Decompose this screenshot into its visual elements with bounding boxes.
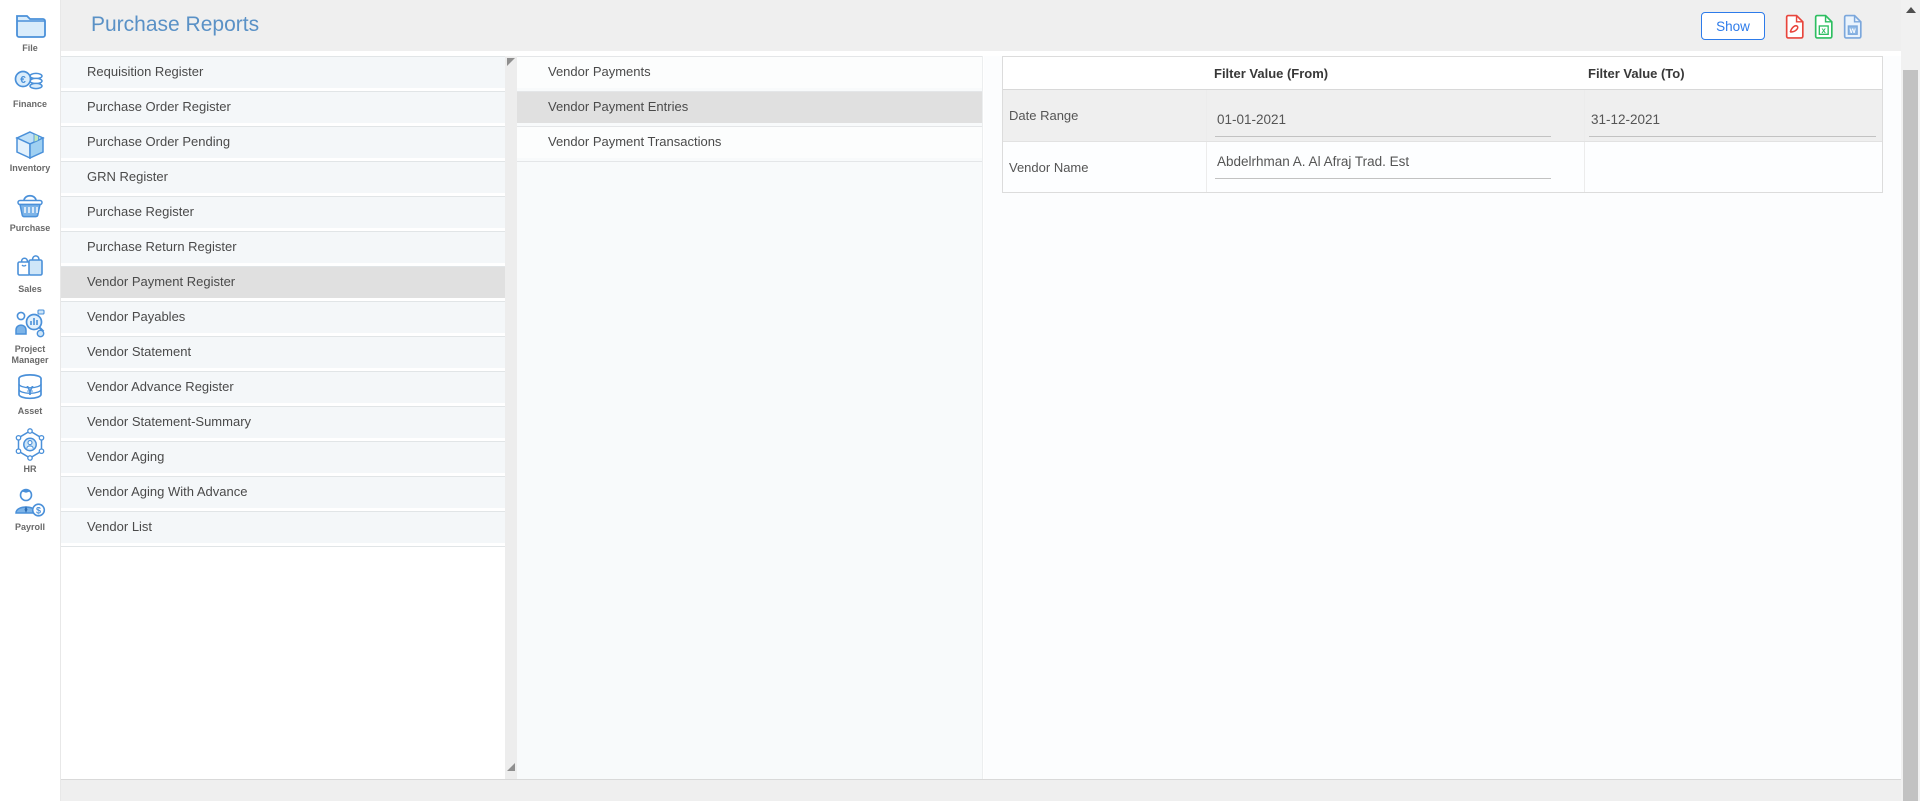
module-sidebar: File € Finance Inventory Purchase Sales … (0, 0, 61, 801)
page-title: Purchase Reports (91, 13, 260, 36)
basket-icon (0, 188, 60, 222)
sidebar-item-payroll[interactable]: $ Payroll (0, 485, 60, 533)
footer-bar (61, 779, 1901, 801)
sidebar-item-label: Payroll (14, 522, 45, 532)
coins-icon: € (0, 64, 60, 98)
report-item[interactable]: Vendor Payables (61, 301, 505, 336)
splitter-collapse-top-icon[interactable] (507, 58, 515, 66)
show-button[interactable]: Show (1701, 12, 1765, 40)
report-item[interactable]: Purchase Return Register (61, 231, 505, 266)
svg-text:x: x (1822, 26, 1827, 35)
vendor-name-input[interactable] (1215, 151, 1551, 179)
svg-text:w: w (1849, 26, 1857, 35)
report-item[interactable]: Vendor Statement (61, 336, 505, 371)
filter-table-header: Filter Value (From) Filter Value (To) (1003, 57, 1882, 90)
report-item[interactable]: Purchase Order Register (61, 91, 505, 126)
export-excel-icon[interactable]: x (1813, 14, 1835, 39)
sub-report-item[interactable]: Vendor Payments (517, 56, 982, 91)
splitter-collapse-bottom-icon[interactable] (507, 763, 515, 771)
sidebar-item-inventory[interactable]: Inventory (0, 128, 60, 174)
filter-column-from: Filter Value (From) (1214, 65, 1329, 81)
export-pdf-icon[interactable] (1784, 14, 1806, 39)
scroll-up-arrow-icon[interactable] (1906, 7, 1916, 13)
sub-report-item-selected[interactable]: Vendor Payment Entries (517, 91, 982, 126)
person-analytics-icon (0, 307, 60, 343)
filter-empty-cell (1584, 142, 1881, 192)
person-dollar-icon: $ (0, 485, 60, 521)
sidebar-item-file[interactable]: File (0, 8, 60, 54)
sidebar-item-label: Purchase (9, 223, 51, 233)
report-item[interactable]: Purchase Register (61, 196, 505, 231)
filter-row-vendor-name: Vendor Name (1003, 142, 1882, 192)
sub-report-item[interactable]: Vendor Payment Transactions (517, 126, 982, 161)
filter-panel: Filter Value (From) Filter Value (To) Da… (984, 56, 1901, 779)
filter-row-label: Date Range (1009, 108, 1079, 123)
report-item[interactable]: Vendor Aging (61, 441, 505, 476)
report-item[interactable]: Vendor List (61, 511, 505, 546)
report-item[interactable]: Purchase Order Pending (61, 126, 505, 161)
money-stack-icon: ¥ (0, 371, 60, 405)
sidebar-item-hr[interactable]: HR (0, 427, 60, 475)
svg-text:€: € (20, 75, 26, 86)
date-from-input[interactable] (1215, 109, 1551, 137)
sidebar-item-project-manager[interactable]: Project Manager (0, 307, 60, 366)
sub-report-list-panel: Vendor Payments Vendor Payment Entries V… (517, 56, 983, 779)
export-word-icon[interactable]: w (1842, 14, 1864, 39)
report-item[interactable]: GRN Register (61, 161, 505, 196)
filter-column-to: Filter Value (To) (1588, 65, 1685, 81)
shopping-bags-icon (0, 249, 60, 283)
svg-text:¥: ¥ (26, 383, 34, 398)
sidebar-item-label: Project Manager (11, 344, 49, 365)
sidebar-item-asset[interactable]: ¥ Asset (0, 371, 60, 417)
filter-row-date-range: Date Range (1003, 90, 1882, 142)
date-to-input[interactable] (1589, 109, 1876, 137)
sidebar-item-finance[interactable]: € Finance (0, 64, 60, 110)
sidebar-item-label: File (22, 43, 38, 53)
people-network-icon (0, 427, 60, 463)
filter-row-label: Vendor Name (1009, 159, 1089, 175)
sidebar-item-label: Asset (17, 406, 43, 416)
box-icon (0, 128, 60, 162)
report-list-panel: Requisition Register Purchase Order Regi… (61, 56, 505, 779)
header-bar: Purchase Reports Show x w (61, 0, 1901, 51)
svg-text:$: $ (36, 506, 41, 516)
filter-table: Filter Value (From) Filter Value (To) Da… (1002, 56, 1883, 193)
sidebar-item-label: HR (23, 464, 37, 474)
report-item-selected[interactable]: Vendor Payment Register (61, 266, 505, 301)
folder-icon (0, 8, 60, 42)
list-divider (517, 161, 982, 162)
sidebar-item-sales[interactable]: Sales (0, 249, 60, 295)
scrollbar-thumb[interactable] (1903, 70, 1918, 801)
report-item[interactable]: Vendor Statement-Summary (61, 406, 505, 441)
report-item[interactable]: Vendor Advance Register (61, 371, 505, 406)
report-item[interactable]: Vendor Aging With Advance (61, 476, 505, 511)
sidebar-item-label: Sales (18, 284, 42, 294)
sidebar-item-label: Inventory (9, 163, 51, 173)
sidebar-item-label: Finance (12, 99, 47, 109)
vertical-scrollbar[interactable] (1901, 0, 1920, 801)
sidebar-item-purchase[interactable]: Purchase (0, 188, 60, 234)
panel-splitter[interactable] (505, 56, 517, 779)
report-item[interactable]: Requisition Register (61, 56, 505, 91)
list-divider (61, 546, 505, 547)
